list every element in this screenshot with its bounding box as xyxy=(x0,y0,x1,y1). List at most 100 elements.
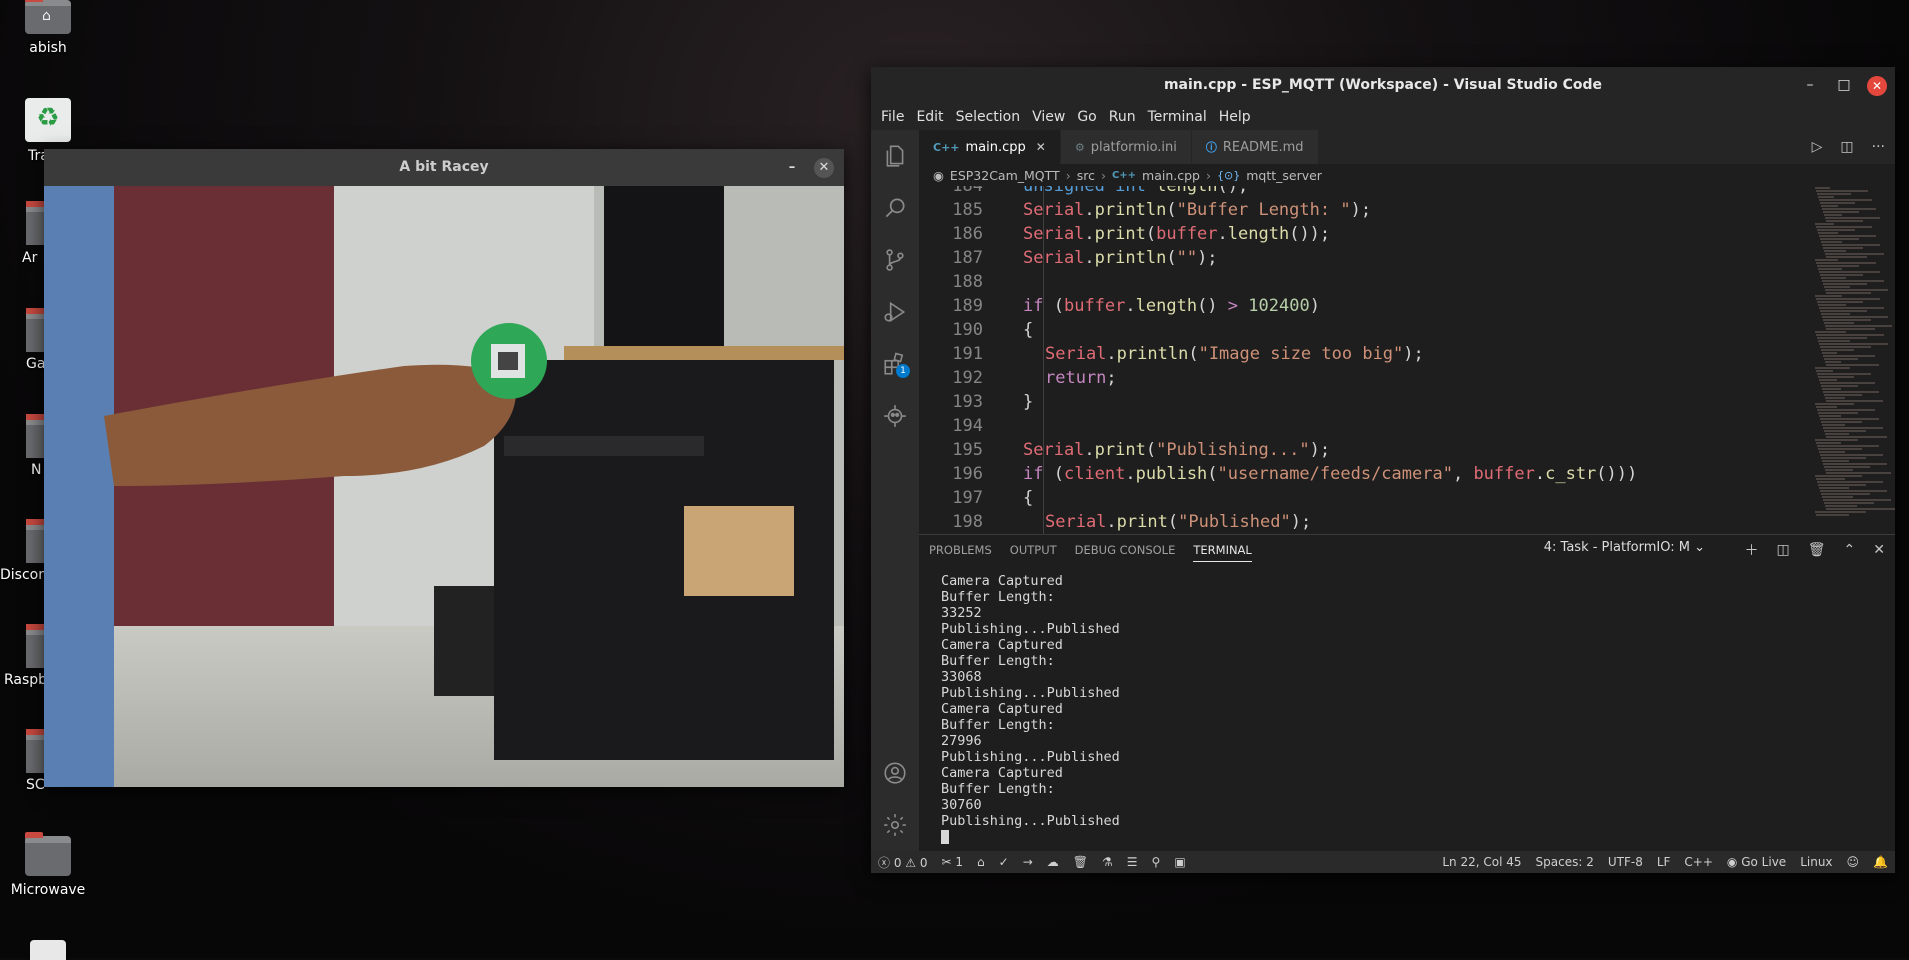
plug-icon[interactable]: ⚲ xyxy=(1145,855,1168,869)
bottom-panel: PROBLEMS OUTPUT DEBUG CONSOLE TERMINAL 4… xyxy=(919,534,1895,851)
trash-icon[interactable]: 🗑 xyxy=(1808,542,1826,558)
minimap-line xyxy=(1825,325,1892,327)
extensions-icon[interactable]: 1 xyxy=(871,338,919,390)
split-terminal-icon[interactable]: ◫ xyxy=(1777,542,1790,558)
feedback-icon[interactable]: ☺ xyxy=(1840,855,1867,869)
minimap-line xyxy=(1822,388,1841,390)
breadcrumb-item[interactable]: src xyxy=(1077,168,1095,183)
cursor-position[interactable]: Ln 22, Col 45 xyxy=(1435,855,1528,869)
list-icon[interactable]: ☰ xyxy=(1120,855,1145,869)
chevron-up-icon[interactable]: ⌃ xyxy=(1844,542,1856,558)
test-flask-icon[interactable]: ⚗ xyxy=(1095,855,1120,869)
tab-readme[interactable]: ⓘ README.md xyxy=(1191,130,1319,164)
home-icon[interactable]: ⌂ xyxy=(970,855,992,869)
breadcrumb-item[interactable]: main.cpp xyxy=(1142,168,1200,183)
menu-run[interactable]: Run xyxy=(1105,109,1144,125)
indentation[interactable]: Spaces: 2 xyxy=(1529,855,1601,869)
minimap-line xyxy=(1819,343,1888,345)
encoding[interactable]: UTF-8 xyxy=(1601,855,1650,869)
menu-file[interactable]: File xyxy=(877,109,912,125)
tab-output[interactable]: OUTPUT xyxy=(1010,543,1057,557)
close-button[interactable]: ✕ xyxy=(1867,76,1887,96)
minimap[interactable] xyxy=(1809,186,1895,534)
ports-status[interactable]: ✂ 1 xyxy=(935,855,971,869)
close-panel-icon[interactable]: ✕ xyxy=(1873,542,1885,558)
folder-icon[interactable] xyxy=(26,201,46,245)
breadcrumb-item[interactable]: mqtt_server xyxy=(1246,168,1322,183)
platformio-icon[interactable] xyxy=(871,390,919,442)
folder-icon[interactable] xyxy=(26,519,46,563)
menu-selection[interactable]: Selection xyxy=(952,109,1029,125)
desktop-icon-label: Raspb xyxy=(4,672,48,688)
menu-terminal[interactable]: Terminal xyxy=(1144,109,1215,125)
minimap-line xyxy=(1816,370,1833,372)
problems-status[interactable]: ⓧ 0 ⚠ 0 xyxy=(871,854,935,871)
menu-view[interactable]: View xyxy=(1028,109,1073,125)
folder-icon[interactable] xyxy=(26,624,46,668)
status-bar: ⓧ 0 ⚠ 0 ✂ 1 ⌂ ✓ → ☁ 🗑 ⚗ ☰ ⚲ ▣ Ln 22, Col… xyxy=(871,851,1895,873)
tab-debug-console[interactable]: DEBUG CONSOLE xyxy=(1075,543,1176,557)
minimap-line xyxy=(1822,316,1888,318)
split-editor-icon[interactable]: ◫ xyxy=(1840,139,1853,155)
minimize-button[interactable]: – xyxy=(1793,67,1827,104)
menu-help[interactable]: Help xyxy=(1215,109,1259,125)
folder-icon[interactable] xyxy=(26,729,46,773)
minimap-line xyxy=(1819,199,1872,201)
folder-icon[interactable] xyxy=(26,308,46,352)
clean-trash-icon[interactable]: 🗑 xyxy=(1066,855,1095,869)
explorer-icon[interactable] xyxy=(871,130,919,182)
folder-icon[interactable] xyxy=(26,414,46,458)
build-check-icon[interactable]: ✓ xyxy=(992,855,1016,869)
tab-main-cpp[interactable]: C++ main.cpp ✕ xyxy=(919,130,1061,164)
upload-arrow-icon[interactable]: → xyxy=(1016,855,1040,869)
terminal-icon[interactable]: ▣ xyxy=(1167,855,1192,869)
breadcrumb-item[interactable]: ESP32Cam_MQTT xyxy=(950,168,1060,183)
trash-icon: ♻ xyxy=(25,98,71,142)
minimap-line xyxy=(1822,280,1884,282)
minimap-line xyxy=(1817,229,1855,231)
run-icon[interactable]: ▷ xyxy=(1812,139,1823,155)
terminal-select[interactable]: 4: Task - PlatformIO: M ⌄ xyxy=(1543,540,1705,555)
minimap-line xyxy=(1815,295,1842,297)
language-mode[interactable]: C++ xyxy=(1677,855,1720,869)
broadcast-icon: ◉ xyxy=(1726,855,1742,869)
upload-icon[interactable]: ☁ xyxy=(1040,855,1066,869)
maximize-button[interactable]: □ xyxy=(1827,67,1861,104)
terminal-line: Publishing...Published xyxy=(941,749,1120,765)
minimap-line xyxy=(1816,478,1845,480)
source-control-icon[interactable] xyxy=(871,234,919,286)
platform-os[interactable]: Linux xyxy=(1793,855,1839,869)
end-of-line[interactable]: LF xyxy=(1650,855,1678,869)
desktop-icon-home[interactable]: ⌂ abish xyxy=(8,0,88,56)
minimap-line xyxy=(1825,289,1888,291)
run-debug-icon[interactable] xyxy=(871,286,919,338)
notifications-bell-icon[interactable]: 🔔 xyxy=(1866,855,1895,869)
minimap-line xyxy=(1818,412,1858,414)
minimap-line xyxy=(1815,367,1850,369)
chevron-right-icon: › xyxy=(1206,167,1211,183)
close-tab-icon[interactable]: ✕ xyxy=(1036,140,1046,154)
close-button[interactable]: ✕ xyxy=(814,158,834,178)
terminal-output[interactable]: Camera Captured Buffer Length: 33252 Pub… xyxy=(941,573,1120,845)
file-icon[interactable] xyxy=(30,940,66,960)
tab-problems[interactable]: PROBLEMS xyxy=(929,543,992,557)
tab-terminal[interactable]: TERMINAL xyxy=(1193,538,1252,562)
minimap-line xyxy=(1820,454,1883,456)
terminal-line: Camera Captured xyxy=(941,765,1063,781)
minimize-button[interactable]: – xyxy=(782,158,802,178)
warning-count: 0 xyxy=(919,855,928,870)
more-actions-icon[interactable]: ··· xyxy=(1872,139,1885,155)
code-line: 184 unsigned int length(); xyxy=(919,186,1248,198)
go-live-button[interactable]: ◉ Go Live xyxy=(1720,855,1793,869)
code-editor[interactable]: 184 unsigned int length(); 185 Serial.prin… xyxy=(919,186,1895,534)
new-terminal-icon[interactable]: ＋ xyxy=(1745,540,1759,560)
menu-go[interactable]: Go xyxy=(1073,109,1104,125)
vscode-titlebar[interactable]: main.cpp - ESP_MQTT (Workspace) - Visual… xyxy=(871,67,1895,104)
tab-platformio-ini[interactable]: ⚙ platformio.ini xyxy=(1060,130,1192,164)
desktop-icon-microwave[interactable]: Microwave xyxy=(8,832,88,898)
camera-window-titlebar[interactable]: A bit Racey – ✕ xyxy=(44,149,844,187)
settings-gear-icon[interactable] xyxy=(871,799,919,851)
accounts-icon[interactable] xyxy=(871,747,919,799)
search-icon[interactable] xyxy=(871,182,919,234)
menu-edit[interactable]: Edit xyxy=(912,109,951,125)
